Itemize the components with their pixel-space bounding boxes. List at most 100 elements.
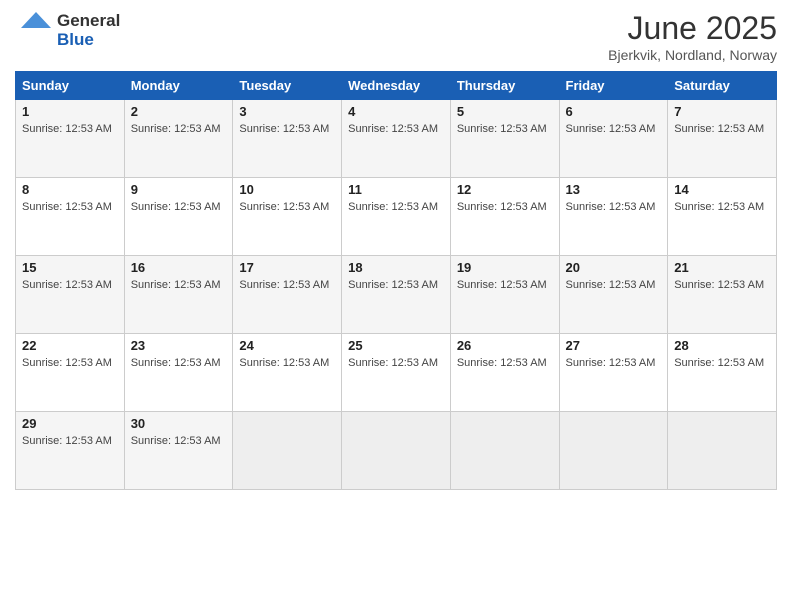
day-number: 17 — [239, 260, 335, 275]
table-row: 29 Sunrise: 12:53 AM — [16, 412, 125, 490]
calendar-week-row: 15 Sunrise: 12:53 AM 16 Sunrise: 12:53 AM 17… — [16, 256, 777, 334]
table-row: 13Sunrise: 12:53 AM — [559, 178, 668, 256]
table-row: 6 Sunrise: 12:53 AM — [559, 100, 668, 178]
sunrise-time: Sunrise: 12:53 AM — [674, 201, 764, 213]
table-row: 5 Sunrise: 12:53 AM — [450, 100, 559, 178]
day-number: 29 — [22, 416, 118, 431]
day-number: 28 — [674, 338, 770, 353]
table-row: 12 Sunrise: 12:53 AM — [450, 178, 559, 256]
calendar-week-row: 29 Sunrise: 12:53 AM 30Sunrise: 12:53 AM — [16, 412, 777, 490]
day-number: 8 — [22, 182, 118, 197]
day-number: 27 — [566, 338, 662, 353]
page: General Blue June 2025 Bjerkvik, Nordlan… — [0, 0, 792, 612]
day-number: 6 — [566, 104, 662, 119]
sunrise-time: Sunrise: 12:53 AM — [457, 279, 547, 291]
logo-blue-text: Blue — [57, 31, 120, 50]
sunrise-time: Sunrise: 12:53 AM — [348, 279, 438, 291]
day-number: 4 — [348, 104, 444, 119]
sunrise-time: Sunrise: 12:53 AM — [131, 357, 221, 369]
table-row: 19Sunrise: 12:53 AM — [450, 256, 559, 334]
sunrise-time: Sunrise: 12:53 AM — [22, 279, 112, 291]
table-row: 23 Sunrise: 12:53 AM — [124, 334, 233, 412]
table-row: 24Sunrise: 12:53 AM — [233, 334, 342, 412]
table-row: 18 Sunrise: 12:53 AM — [342, 256, 451, 334]
table-row — [342, 412, 451, 490]
table-row: 10Sunrise: 12:53 AM — [233, 178, 342, 256]
sunrise-time: Sunrise: 12:53 AM — [566, 357, 656, 369]
sunrise-time: Sunrise: 12:53 AM — [131, 201, 221, 213]
col-tuesday: Tuesday — [233, 72, 342, 100]
day-number: 2 — [131, 104, 227, 119]
day-number: 21 — [674, 260, 770, 275]
sunrise-time: Sunrise: 12:53 AM — [674, 279, 764, 291]
sunrise-time: Sunrise: 12:53 AM — [348, 201, 438, 213]
calendar-week-row: 8Sunrise: 12:53 AM9Sunrise: 12:53 AM10Su… — [16, 178, 777, 256]
table-row: 11Sunrise: 12:53 AM — [342, 178, 451, 256]
table-row: 4Sunrise: 12:53 AM — [342, 100, 451, 178]
table-row: 22 Sunrise: 12:53 AM — [16, 334, 125, 412]
sunrise-time: Sunrise: 12:53 AM — [566, 123, 656, 135]
day-number: 25 — [348, 338, 444, 353]
sunrise-time: Sunrise: 12:53 AM — [22, 357, 112, 369]
day-number: 20 — [566, 260, 662, 275]
sunrise-time: Sunrise: 12:53 AM — [674, 357, 764, 369]
table-row — [233, 412, 342, 490]
sunrise-time: Sunrise: 12:53 AM — [131, 279, 221, 291]
col-saturday: Saturday — [668, 72, 777, 100]
table-row: 14 Sunrise: 12:53 AM — [668, 178, 777, 256]
table-row: 15 Sunrise: 12:53 AM — [16, 256, 125, 334]
sunrise-time: Sunrise: 12:53 AM — [239, 279, 329, 291]
day-number: 15 — [22, 260, 118, 275]
col-friday: Friday — [559, 72, 668, 100]
sunrise-time: Sunrise: 12:53 AM — [239, 123, 329, 135]
table-row — [450, 412, 559, 490]
table-row: 27 Sunrise: 12:53 AM — [559, 334, 668, 412]
table-row: 21 Sunrise: 12:53 AM — [668, 256, 777, 334]
title-block: June 2025 Bjerkvik, Nordland, Norway — [608, 10, 777, 63]
day-number: 16 — [131, 260, 227, 275]
day-number: 10 — [239, 182, 335, 197]
sunrise-time: Sunrise: 12:53 AM — [566, 201, 656, 213]
day-number: 12 — [457, 182, 553, 197]
sunrise-time: Sunrise: 12:53 AM — [131, 123, 221, 135]
day-number: 3 — [239, 104, 335, 119]
sunrise-time: Sunrise: 12:53 AM — [457, 123, 547, 135]
table-row: 8 Sunrise: 12:53 AM — [16, 178, 125, 256]
day-number: 22 — [22, 338, 118, 353]
sunrise-time: Sunrise: 12:53 AM — [457, 357, 547, 369]
sunrise-time: Sunrise: 12:53 AM — [22, 435, 112, 447]
table-row: 9 Sunrise: 12:53 AM — [124, 178, 233, 256]
logo-svg — [15, 10, 57, 52]
day-number: 14 — [674, 182, 770, 197]
col-wednesday: Wednesday — [342, 72, 451, 100]
sunrise-time: Sunrise: 12:53 AM — [674, 123, 764, 135]
calendar-header-row: Sunday Monday Tuesday Wednesday Thursday… — [16, 72, 777, 100]
calendar-week-row: 22 Sunrise: 12:53 AM 23 Sunrise: 12:53 AM 24… — [16, 334, 777, 412]
calendar-table: Sunday Monday Tuesday Wednesday Thursday… — [15, 71, 777, 490]
day-number: 26 — [457, 338, 553, 353]
header: General Blue June 2025 Bjerkvik, Nordlan… — [15, 10, 777, 63]
sunrise-time: Sunrise: 12:53 AM — [457, 201, 547, 213]
day-number: 23 — [131, 338, 227, 353]
day-number: 30 — [131, 416, 227, 431]
table-row: 7Sunrise: 12:53 AM — [668, 100, 777, 178]
table-row: 16 Sunrise: 12:53 AM — [124, 256, 233, 334]
table-row: 20Sunrise: 12:53 AM — [559, 256, 668, 334]
table-row — [668, 412, 777, 490]
sunrise-time: Sunrise: 12:53 AM — [22, 201, 112, 213]
day-number: 18 — [348, 260, 444, 275]
logo-general-text: General — [57, 12, 120, 31]
day-number: 9 — [131, 182, 227, 197]
calendar-week-row: 1 Sunrise: 12:53 AM 2 Sunrise: 12:53 AM 3 Sun… — [16, 100, 777, 178]
table-row — [559, 412, 668, 490]
logo: General Blue — [15, 10, 120, 52]
table-row: 25Sunrise: 12:53 AM — [342, 334, 451, 412]
col-monday: Monday — [124, 72, 233, 100]
day-number: 24 — [239, 338, 335, 353]
table-row: 30Sunrise: 12:53 AM — [124, 412, 233, 490]
day-number: 1 — [22, 104, 118, 119]
day-number: 5 — [457, 104, 553, 119]
calendar-title: June 2025 — [608, 10, 777, 47]
table-row: 26 Sunrise: 12:53 AM — [450, 334, 559, 412]
col-thursday: Thursday — [450, 72, 559, 100]
